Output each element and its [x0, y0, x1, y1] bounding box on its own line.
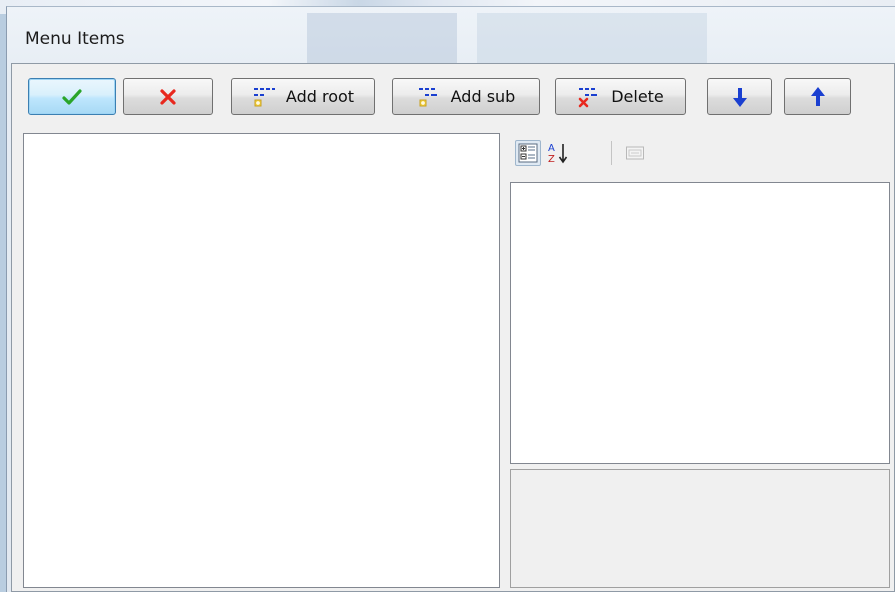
arrow-down-icon — [732, 86, 748, 108]
add-root-label: Add root — [285, 87, 355, 106]
svg-text:Z: Z — [548, 154, 555, 165]
add-root-icon — [252, 84, 278, 110]
property-pages-button[interactable] — [622, 140, 648, 166]
property-description-pane — [510, 469, 890, 588]
property-pages-icon — [625, 144, 645, 162]
x-mark-icon — [159, 88, 177, 106]
arrow-up-icon — [810, 86, 826, 108]
cancel-button[interactable] — [123, 78, 213, 115]
add-root-button[interactable]: Add root — [231, 78, 375, 115]
sort-alphabetical-icon: A Z — [547, 141, 569, 165]
svg-text:A: A — [548, 143, 555, 154]
alphabetical-button[interactable]: A Z — [545, 140, 571, 166]
delete-button[interactable]: Delete — [555, 78, 686, 115]
title-bar-glass — [307, 13, 457, 67]
dialog-content: Add root Add sub Delete A Z — [11, 63, 895, 592]
add-sub-icon — [417, 84, 443, 110]
toolbar-separator — [611, 141, 612, 165]
checkmark-icon — [62, 88, 82, 106]
delete-item-icon — [577, 84, 603, 110]
categorized-button[interactable] — [515, 140, 541, 166]
menu-tree-view[interactable] — [23, 133, 500, 588]
delete-label: Delete — [611, 87, 664, 106]
add-sub-button[interactable]: Add sub — [392, 78, 540, 115]
move-up-button[interactable] — [784, 78, 851, 115]
window-title: Menu Items — [25, 29, 125, 49]
add-sub-label: Add sub — [450, 87, 516, 106]
property-grid[interactable] — [510, 182, 890, 464]
title-bar-glass — [477, 13, 707, 67]
ok-button[interactable] — [28, 78, 116, 115]
categorized-icon — [518, 143, 538, 163]
property-grid-toolbar: A Z — [512, 136, 682, 172]
move-down-button[interactable] — [707, 78, 772, 115]
